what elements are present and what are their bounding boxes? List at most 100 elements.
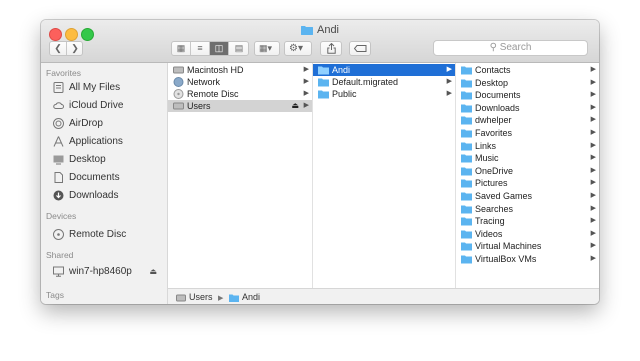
folder-icon (300, 26, 313, 35)
sidebar-item-remote-disc[interactable]: Remote Disc (53, 226, 165, 243)
sidebar-item-airdrop[interactable]: AirDrop (53, 115, 165, 132)
harddrive-icon (173, 102, 184, 110)
list-view-button[interactable]: ≡ (191, 42, 210, 55)
cover-flow-button[interactable]: ▤ (229, 42, 249, 55)
column-row-saved-games[interactable]: Saved Games ▶ (456, 190, 599, 202)
folder-icon (461, 205, 472, 214)
folder-icon (461, 192, 472, 201)
sidebar-item-downloads[interactable]: Downloads (53, 187, 165, 204)
folder-icon (461, 230, 472, 239)
column-1: Macintosh HD ▶ Network ▶ Remote Disc ▶ U… (168, 63, 313, 288)
grid-icon: ▦ (176, 43, 186, 53)
folder-icon (318, 78, 329, 87)
chevron-right-icon: ▶ (303, 102, 309, 109)
column-row-desktop[interactable]: Desktop ▶ (456, 77, 599, 89)
column-row-remote-disc[interactable]: Remote Disc ▶ (168, 88, 312, 100)
folder-icon (461, 79, 472, 88)
column-row-onedrive[interactable]: OneDrive ▶ (456, 165, 599, 177)
column-row-tracing[interactable]: Tracing ▶ (456, 215, 599, 227)
column-row-documents[interactable]: Documents ▶ (456, 89, 599, 101)
column-row-music[interactable]: Music ▶ (456, 152, 599, 164)
column-row-virtual-machines[interactable]: Virtual Machines ▶ (456, 240, 599, 252)
sidebar-item-documents[interactable]: Documents (53, 169, 165, 186)
column-row-andi[interactable]: Andi ▶ (313, 64, 455, 76)
forward-button[interactable]: ❯ (67, 42, 83, 55)
folder-icon (461, 154, 472, 163)
harddrive-icon (173, 66, 184, 74)
column-row-favorites[interactable]: Favorites ▶ (456, 127, 599, 139)
action-button[interactable]: ⚙▾ (284, 41, 312, 56)
chevron-right-icon: ▶ (590, 154, 596, 162)
sidebar-item-applications[interactable]: Applications (53, 133, 165, 150)
column-row-dwhelper[interactable]: dwhelper ▶ (456, 114, 599, 126)
titlebar: Andi ❮ ❯ ▦ ≡ ◫ ▤ ▦▾ ⚙▾ ⚲ Search (41, 20, 599, 63)
column-row-pictures[interactable]: Pictures ▶ (456, 177, 599, 189)
chevron-right-icon: ▶ (303, 90, 309, 97)
column-row-virtualbox-vms[interactable]: VirtualBox VMs ▶ (456, 253, 599, 265)
folder-icon (461, 179, 472, 188)
chevron-right-icon: ▶ (446, 78, 452, 85)
cover-flow-icon: ▤ (234, 43, 244, 53)
tags-button[interactable] (349, 41, 371, 56)
folder-icon (461, 242, 472, 251)
chevron-right-icon: ▶ (590, 103, 596, 111)
applications-icon (53, 136, 64, 147)
chevron-left-icon: ❮ (54, 43, 62, 53)
column-row-network[interactable]: Network ▶ (168, 76, 312, 88)
chevron-right-icon: ❯ (71, 43, 79, 53)
desktop-icon (53, 155, 64, 165)
columns-icon: ◫ (214, 43, 224, 53)
disc-icon (173, 89, 184, 99)
eject-icon[interactable]: ⏏ (149, 263, 157, 280)
sidebar-item-all-my-files[interactable]: All My Files (53, 79, 165, 96)
column-row-searches[interactable]: Searches ▶ (456, 203, 599, 215)
chevron-right-icon: ▶ (590, 179, 596, 187)
search-field[interactable]: ⚲ Search (433, 40, 588, 56)
chevron-right-icon: ▶ (590, 129, 596, 136)
path-bar: Users ▶ Andi (168, 288, 599, 304)
path-item-users[interactable]: Users (176, 292, 215, 302)
chevron-right-icon: ▶ (590, 91, 596, 99)
column-row-default-migrated[interactable]: Default.migrated ▶ (313, 76, 455, 88)
chevron-right-icon: ▶ (446, 90, 452, 97)
path-separator-icon: ▶ (218, 295, 224, 302)
column-row-users[interactable]: Users ⏏ ▶ (168, 100, 312, 112)
column-row-contacts[interactable]: Contacts ▶ (456, 64, 599, 76)
sidebar-item-desktop[interactable]: Desktop (53, 151, 165, 168)
column-row-downloads[interactable]: Downloads ▶ (456, 102, 599, 114)
cloud-icon (53, 102, 64, 109)
chevron-right-icon: ▶ (590, 229, 596, 237)
finder-window: Andi ❮ ❯ ▦ ≡ ◫ ▤ ▦▾ ⚙▾ ⚲ Search Favorite… (41, 20, 599, 304)
disc-icon (53, 229, 64, 240)
column-row-links[interactable]: Links ▶ (456, 140, 599, 152)
airdrop-icon (53, 118, 64, 129)
arrange-icon: ▦▾ (259, 43, 273, 53)
tag-icon (354, 45, 367, 52)
sidebar-item-win7-hp8460p[interactable]: win7-hp8460p ⏏ (53, 263, 165, 280)
column-2: Andi ▶ Default.migrated ▶ Public ▶ (313, 63, 456, 288)
list-icon: ≡ (197, 43, 203, 53)
chevron-right-icon: ▶ (590, 66, 596, 73)
folder-icon (318, 90, 329, 99)
chevron-right-icon: ▶ (590, 141, 596, 149)
path-item-andi[interactable]: Andi (228, 292, 260, 302)
back-button[interactable]: ❮ (50, 42, 67, 55)
folder-icon (461, 66, 472, 75)
chevron-right-icon: ▶ (590, 192, 596, 199)
share-icon (327, 43, 336, 54)
column-row-videos[interactable]: Videos ▶ (456, 228, 599, 240)
folder-icon (228, 294, 239, 302)
folder-icon (461, 104, 472, 113)
share-button[interactable] (320, 41, 342, 56)
sidebar-item-icloud-drive[interactable]: iCloud Drive (53, 97, 165, 114)
favorites-heading: Favorites (46, 68, 81, 78)
arrange-button[interactable]: ▦▾ (254, 41, 280, 56)
folder-icon (461, 255, 472, 264)
chevron-right-icon: ▶ (446, 66, 452, 73)
column-row-public[interactable]: Public ▶ (313, 88, 455, 100)
column-view-button[interactable]: ◫ (210, 42, 229, 55)
column-row-macintosh-hd[interactable]: Macintosh HD ▶ (168, 64, 312, 76)
eject-icon[interactable]: ⏏ (291, 100, 299, 112)
chevron-right-icon: ▶ (590, 255, 596, 262)
icon-view-button[interactable]: ▦ (172, 42, 191, 55)
